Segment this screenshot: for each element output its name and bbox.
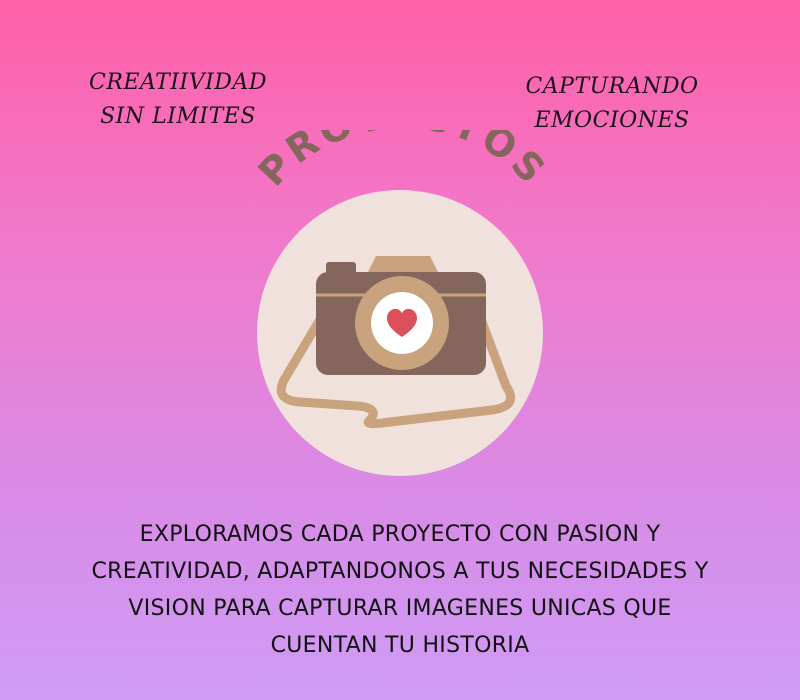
tagline-capturando: CAPTURANDO EMOCIONES: [512, 70, 712, 138]
tagline-right-line-1: CAPTURANDO: [525, 74, 699, 99]
description-line-3: VISION PARA CAPTURAR IMAGENES UNICAS QUE: [128, 596, 672, 621]
tagline-creatividad: CREATIIVIDAD SIN LIMITES: [78, 66, 278, 134]
description-line-1: EXPLORAMOS CADA PROYECTO CON PASION Y: [139, 522, 661, 547]
description-line-4: CUENTAN TU HISTORIA: [270, 633, 530, 658]
tagline-left-line-2: SIN LIMITES: [100, 104, 256, 129]
logo-title-text: PROYECTOS: [250, 130, 552, 194]
description-line-2: CREATIVIDAD, ADAPTANDONOS A TUS NECESIDA…: [91, 559, 709, 584]
proyectos-logo: PROYECTOS: [250, 130, 556, 476]
logo-title-arc: PROYECTOS: [250, 130, 556, 194]
description-paragraph: EXPLORAMOS CADA PROYECTO CON PASION Y CR…: [40, 516, 760, 664]
tagline-left-line-1: CREATIIVIDAD: [89, 70, 267, 95]
